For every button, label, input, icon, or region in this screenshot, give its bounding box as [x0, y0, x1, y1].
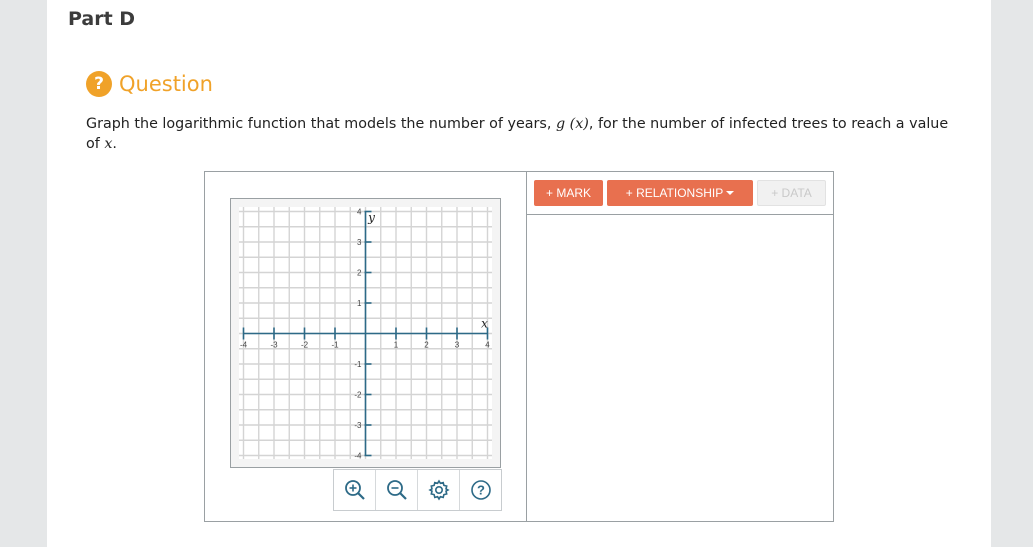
y-tick-label: -1 — [354, 360, 362, 369]
x-tick-label: -2 — [301, 341, 309, 350]
coordinate-plane[interactable]: -4 -3 -2 -1 1 2 3 4 4 3 2 1 -1 -2 -3 -4 x y — [231, 199, 500, 467]
y-tick-label: 2 — [357, 269, 362, 278]
zoom-in-icon — [344, 480, 365, 500]
data-button[interactable]: + DATA — [757, 180, 826, 206]
prompt-end: . — [112, 136, 117, 152]
x-tick-label: -1 — [331, 341, 339, 350]
settings-button[interactable] — [418, 470, 460, 510]
x-tick-label: 2 — [424, 341, 429, 350]
y-axis-label: y — [367, 211, 375, 225]
x-tick-label: -4 — [240, 341, 248, 350]
content-panel: Part D ? Question Graph the logarithmic … — [47, 0, 991, 547]
svg-text:?: ? — [477, 483, 485, 498]
mark-button[interactable]: + MARK — [534, 180, 603, 206]
zoom-in-button[interactable] — [334, 470, 376, 510]
y-tick-label: 4 — [357, 208, 362, 217]
toolbar-divider — [527, 214, 833, 215]
x-tick-label: 3 — [455, 341, 460, 350]
x-tick-label: -3 — [270, 341, 278, 350]
zoom-out-icon — [386, 480, 407, 500]
y-tick-label: -3 — [354, 421, 362, 430]
question-icon: ? — [86, 71, 112, 97]
x-tick-label: 1 — [394, 341, 399, 350]
help-button[interactable]: ? — [460, 470, 501, 510]
y-tick-label: -2 — [354, 391, 362, 400]
graphing-tool: + MARK + RELATIONSHIP + DATA -4 -3 -2 -1 1 2 3… — [204, 171, 834, 522]
x-axis-label: x — [481, 317, 488, 331]
data-button-label: + DATA — [771, 186, 812, 200]
graph-controls: ? — [333, 469, 502, 511]
y-tick-label: 1 — [357, 299, 362, 308]
gear-icon — [427, 479, 450, 501]
question-label: Question — [119, 72, 213, 96]
y-tick-label: 3 — [357, 238, 362, 247]
relationship-button[interactable]: + RELATIONSHIP — [607, 180, 753, 206]
mark-button-label: + MARK — [545, 186, 591, 200]
help-icon: ? — [470, 480, 491, 500]
prompt-function: g (x) — [555, 116, 589, 132]
question-prompt: Graph the logarithmic function that mode… — [86, 114, 956, 154]
prompt-text-1: Graph the logarithmic function that mode… — [86, 116, 552, 132]
relationship-button-label: + RELATIONSHIP — [625, 186, 724, 200]
graph-area[interactable]: -4 -3 -2 -1 1 2 3 4 4 3 2 1 -1 -2 -3 -4 x y — [230, 198, 501, 468]
tool-divider — [526, 172, 527, 521]
y-tick-label: -4 — [354, 452, 362, 461]
chevron-down-icon — [726, 191, 735, 195]
part-title: Part D — [68, 8, 136, 30]
x-tick-label: 4 — [485, 341, 490, 350]
zoom-out-button[interactable] — [376, 470, 418, 510]
question-header: ? Question — [86, 70, 213, 98]
